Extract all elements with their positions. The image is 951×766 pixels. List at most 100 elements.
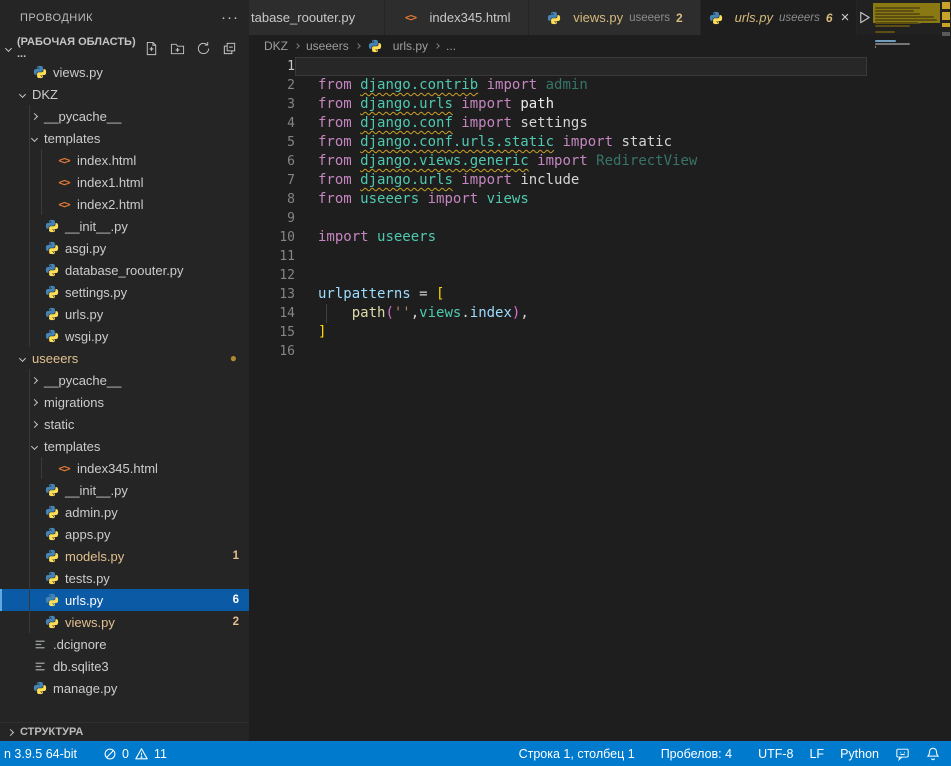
- new-file-icon[interactable]: [144, 41, 159, 56]
- problems-status[interactable]: 0 11: [95, 741, 175, 766]
- tree-item-index.html[interactable]: <>index.html: [0, 149, 249, 171]
- line-content: from django.views.generic import Redirec…: [295, 152, 867, 171]
- code-line-12[interactable]: 12: [249, 266, 951, 285]
- tree-item-__init__.py[interactable]: __init__.py: [0, 215, 249, 237]
- line-content: import useeers: [295, 228, 867, 247]
- tree-item-urls.py[interactable]: urls.py: [0, 303, 249, 325]
- tab-directory-hint: useeers: [629, 12, 670, 24]
- indent-guide: [29, 479, 30, 501]
- tree-folder-DKZ[interactable]: DKZ: [0, 83, 249, 105]
- indentation-status[interactable]: Пробелов: 4: [653, 741, 740, 766]
- code-token: from: [318, 191, 360, 207]
- code-line-16[interactable]: 16: [249, 342, 951, 361]
- tab-index345.html[interactable]: <>index345.html: [385, 0, 529, 35]
- tree-item-index2.html[interactable]: <>index2.html: [0, 193, 249, 215]
- outline-section-header[interactable]: СТРУКТУРА: [0, 722, 249, 741]
- new-folder-icon[interactable]: [170, 41, 185, 56]
- python-interpreter-status[interactable]: n 3.9.5 64-bit: [0, 741, 85, 766]
- breadcrumb-item-useeers[interactable]: useeers: [306, 39, 349, 53]
- code-token: ,: [411, 305, 419, 321]
- overview-ruler[interactable]: [941, 0, 951, 741]
- indent-guide: [29, 193, 30, 215]
- tree-item-db.sqlite3[interactable]: db.sqlite3: [0, 655, 249, 677]
- notifications-status[interactable]: [918, 741, 951, 766]
- tree-item-models.py[interactable]: models.py1: [0, 545, 249, 567]
- code-line-5[interactable]: 5from django.conf.urls.static import sta…: [249, 133, 951, 152]
- run-python-file-icon[interactable]: [857, 10, 872, 25]
- code-line-11[interactable]: 11: [249, 247, 951, 266]
- code-line-15[interactable]: 15]: [249, 323, 951, 342]
- indent-guide: [29, 611, 30, 633]
- file-name: index2.html: [77, 197, 143, 212]
- refresh-icon[interactable]: [196, 41, 211, 56]
- tree-item-.dcignore[interactable]: .dcignore: [0, 633, 249, 655]
- explorer-more-actions-icon[interactable]: ···: [221, 9, 239, 26]
- python-icon: [44, 329, 60, 343]
- code-line-14[interactable]: 14 path('',views.index),: [249, 304, 951, 323]
- eol-status[interactable]: LF: [801, 741, 832, 766]
- tab-tabase_roouter.py[interactable]: tabase_roouter.py: [249, 0, 385, 35]
- tree-folder-templates[interactable]: templates: [0, 127, 249, 149]
- code-line-6[interactable]: 6from django.views.generic import Redire…: [249, 152, 951, 171]
- tab-urls.py[interactable]: urls.pyuseeers6×: [701, 0, 857, 35]
- code-line-9[interactable]: 9: [249, 209, 951, 228]
- code-token: django.contrib: [360, 77, 478, 93]
- tree-item-database_roouter.py[interactable]: database_roouter.py: [0, 259, 249, 281]
- code-line-1[interactable]: 1: [249, 57, 951, 76]
- warning-icon: [134, 747, 149, 761]
- code-line-10[interactable]: 10import useeers: [249, 228, 951, 247]
- language-mode-status[interactable]: Python: [832, 741, 887, 766]
- code-line-13[interactable]: 13urlpatterns = [: [249, 285, 951, 304]
- code-line-2[interactable]: 2from django.contrib import admin: [249, 76, 951, 95]
- breadcrumb-label: urls.py: [393, 39, 428, 53]
- tree-folder-templates[interactable]: templates: [0, 435, 249, 457]
- status-bar: n 3.9.5 64-bit 0 11 Строка 1, столбец 1 …: [0, 741, 951, 766]
- file-name: DKZ: [32, 87, 58, 102]
- tree-item-views.py[interactable]: views.py: [0, 61, 249, 83]
- close-icon[interactable]: ×: [841, 9, 850, 26]
- line-number: 16: [249, 342, 295, 361]
- tree-item-wsgi.py[interactable]: wsgi.py: [0, 325, 249, 347]
- encoding-status[interactable]: UTF-8: [750, 741, 801, 766]
- collapse-all-icon[interactable]: [222, 41, 237, 56]
- tree-folder-useeers[interactable]: useeers●: [0, 347, 249, 369]
- tree-item-index1.html[interactable]: <>index1.html: [0, 171, 249, 193]
- line-content: [295, 266, 867, 285]
- feedback-status[interactable]: [887, 741, 918, 766]
- minimap[interactable]: [872, 0, 940, 120]
- tree-folder-migrations[interactable]: migrations: [0, 391, 249, 413]
- breadcrumb-item-...[interactable]: ...: [446, 39, 456, 53]
- workspace-section-header[interactable]: (РАБОЧАЯ ОБЛАСТЬ) ...: [0, 35, 249, 61]
- tree-item-tests.py[interactable]: tests.py: [0, 567, 249, 589]
- tree-item-index345.html[interactable]: <>index345.html: [0, 457, 249, 479]
- file-tree: views.pyDKZ__pycache__templates<>index.h…: [0, 61, 249, 699]
- line-number: 12: [249, 266, 295, 285]
- cursor-position-status[interactable]: Строка 1, столбец 1: [511, 741, 643, 766]
- tree-item-__init__.py[interactable]: __init__.py: [0, 479, 249, 501]
- code-line-7[interactable]: 7from django.urls import include: [249, 171, 951, 190]
- indent-guide: [29, 303, 30, 325]
- tree-folder-static[interactable]: static: [0, 413, 249, 435]
- code-line-4[interactable]: 4from django.conf import settings: [249, 114, 951, 133]
- tree-folder-__pycache__[interactable]: __pycache__: [0, 369, 249, 391]
- tree-item-urls.py[interactable]: urls.py6: [0, 589, 249, 611]
- indent-guide: [29, 171, 30, 193]
- line-number: 13: [249, 285, 295, 304]
- warning-count: 11: [154, 747, 167, 761]
- tree-item-settings.py[interactable]: settings.py: [0, 281, 249, 303]
- tree-item-views.py[interactable]: views.py2: [0, 611, 249, 633]
- python-icon: [44, 285, 60, 299]
- breadcrumb-item-DKZ[interactable]: DKZ: [264, 39, 288, 53]
- breadcrumb-item-urls.py[interactable]: urls.py: [367, 39, 428, 53]
- code-line-3[interactable]: 3from django.urls import path: [249, 95, 951, 114]
- tab-views.py[interactable]: views.pyuseeers2: [529, 0, 701, 35]
- file-name: static: [44, 417, 74, 432]
- tree-item-asgi.py[interactable]: asgi.py: [0, 237, 249, 259]
- tree-item-admin.py[interactable]: admin.py: [0, 501, 249, 523]
- code-line-8[interactable]: 8from useeers import views: [249, 190, 951, 209]
- tree-item-manage.py[interactable]: manage.py: [0, 677, 249, 699]
- tree-folder-__pycache__[interactable]: __pycache__: [0, 105, 249, 127]
- tree-item-apps.py[interactable]: apps.py: [0, 523, 249, 545]
- indent-guide: [326, 304, 327, 323]
- code-editor[interactable]: 12from django.contrib import admin3from …: [249, 57, 951, 741]
